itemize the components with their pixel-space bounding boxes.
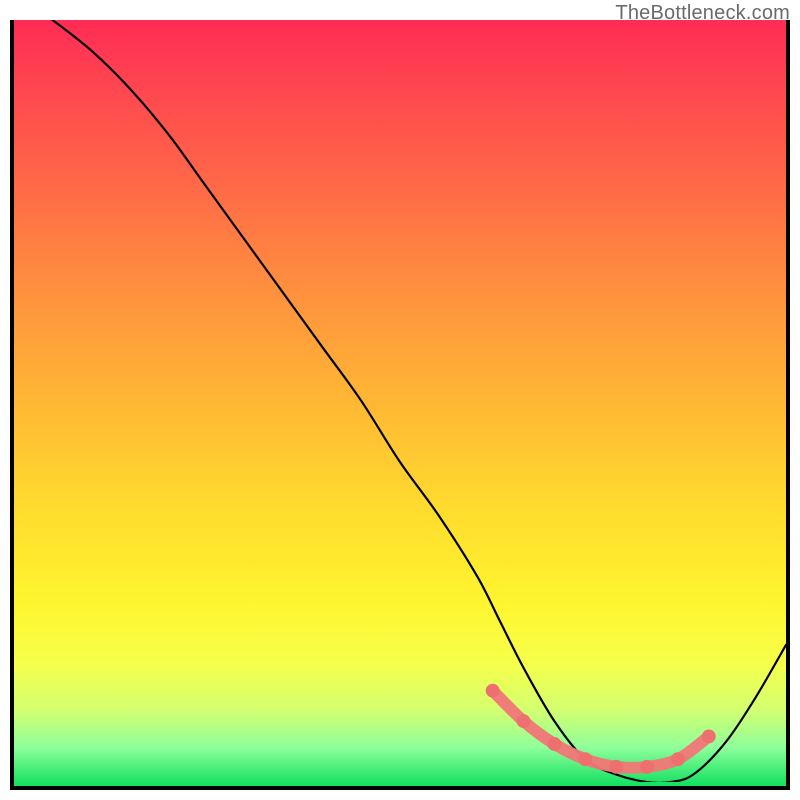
accent-dot (702, 729, 716, 743)
bottleneck-curve-line (53, 20, 786, 782)
accent-dot (609, 760, 623, 774)
chart-svg (14, 20, 786, 782)
accent-dot (671, 752, 685, 766)
chart-frame (10, 20, 790, 790)
accent-dot (547, 737, 561, 751)
accent-dot (578, 752, 592, 766)
accent-dot (486, 684, 500, 698)
accent-dot (640, 760, 654, 774)
accent-dot (517, 714, 531, 728)
